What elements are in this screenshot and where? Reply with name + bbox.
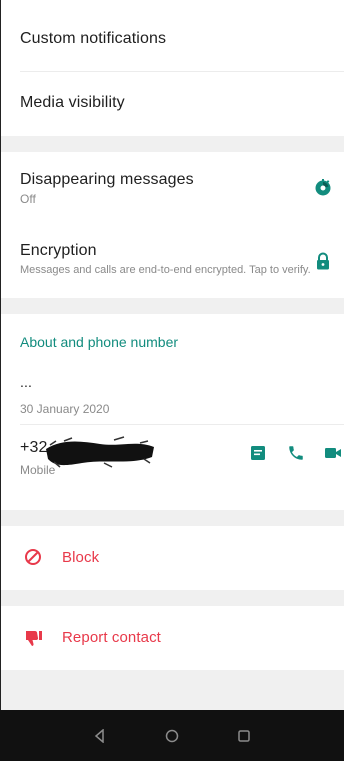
custom-notifications-label: Custom notifications [20,30,167,47]
nav-recents-icon[interactable] [232,724,256,748]
block-label: Block [62,549,100,566]
block-row[interactable]: Block [0,526,344,590]
system-navigation-bar [0,710,344,761]
redacted-phone-scribble [44,435,156,469]
about-row[interactable]: ... 30 January 2020 [0,364,344,424]
notifications-card: Custom notifications Media visibility [0,0,344,136]
timer-icon [314,179,332,197]
about-section-title: About and phone number [20,334,179,350]
message-icon[interactable] [250,445,266,461]
about-date: 30 January 2020 [20,402,110,416]
lock-icon [316,252,330,270]
nav-back-icon[interactable] [88,724,112,748]
encryption-subtitle: Messages and calls are end-to-end encryp… [20,264,311,276]
phone-type: Mobile [20,463,56,477]
about-card: About and phone number ... 30 January 20… [0,314,344,510]
phone-icon[interactable] [287,444,305,462]
phone-row[interactable]: +32 Mobile [0,425,344,510]
custom-notifications-row[interactable]: Custom notifications [0,0,344,72]
media-visibility-label: Media visibility [20,94,125,111]
video-icon[interactable] [324,445,342,461]
report-contact-row[interactable]: Report contact [0,606,344,670]
media-visibility-row[interactable]: Media visibility [0,72,344,136]
disappearing-messages-label: Disappearing messages [20,171,194,188]
report-contact-label: Report contact [62,629,161,646]
thumbs-down-icon [24,629,44,647]
nav-home-icon[interactable] [160,724,184,748]
block-icon [24,548,42,566]
disappearing-messages-row[interactable]: Disappearing messages Off [0,152,344,224]
privacy-card: Disappearing messages Off Encryption Mes… [0,152,344,298]
disappearing-messages-value: Off [20,192,36,206]
window-edge [0,0,1,710]
about-text: ... [20,374,32,390]
encryption-label: Encryption [20,242,97,259]
encryption-row[interactable]: Encryption Messages and calls are end-to… [0,224,344,298]
contact-info-screen: Custom notifications Media visibility Di… [0,0,344,761]
